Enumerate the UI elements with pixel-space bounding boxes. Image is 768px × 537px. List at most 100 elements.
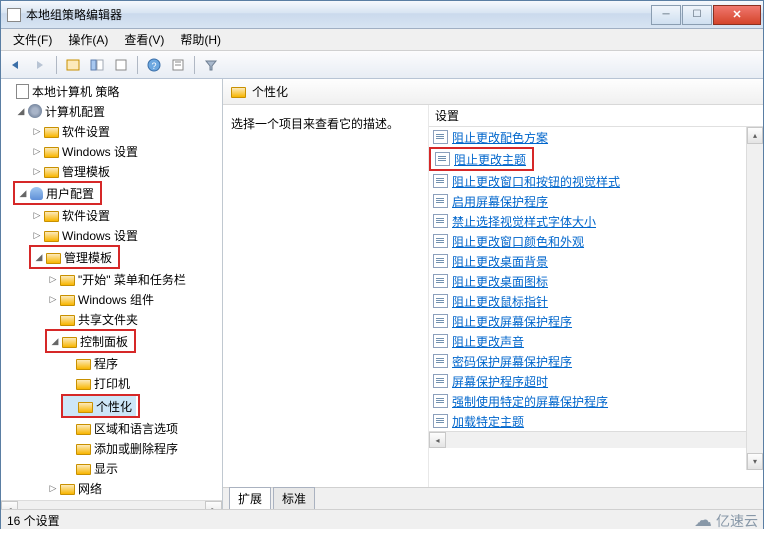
setting-item[interactable]: 阻止更改窗口颜色和外观 bbox=[429, 231, 763, 251]
titlebar[interactable]: 本地组策略编辑器 ─ ☐ ✕ bbox=[1, 1, 763, 29]
details-header: 个性化 bbox=[223, 79, 763, 105]
setting-item[interactable]: 加载特定主题 bbox=[429, 411, 763, 431]
setting-label: 屏幕保护程序超时 bbox=[452, 373, 548, 390]
tree-start-menu[interactable]: ▷"开始" 菜单和任务栏 bbox=[1, 269, 222, 289]
menu-file[interactable]: 文件(F) bbox=[5, 29, 60, 50]
folder-icon bbox=[44, 147, 59, 158]
properties-button[interactable] bbox=[167, 54, 189, 76]
setting-item[interactable]: 屏幕保护程序超时 bbox=[429, 371, 763, 391]
setting-item[interactable]: 强制使用特定的屏幕保护程序 bbox=[429, 391, 763, 411]
setting-label: 阻止更改桌面背景 bbox=[452, 253, 548, 270]
setting-label: 加载特定主题 bbox=[452, 413, 524, 430]
tree-user-software[interactable]: ▷软件设置 bbox=[1, 205, 222, 225]
forward-button[interactable] bbox=[29, 54, 51, 76]
minimize-button[interactable]: ─ bbox=[651, 5, 681, 25]
tab-standard[interactable]: 标准 bbox=[273, 487, 315, 509]
tree-panel[interactable]: 本地计算机 策略 ◢计算机配置 ▷软件设置 ▷Windows 设置 ▷管理模板 … bbox=[1, 79, 223, 509]
tree-user-admin[interactable]: ◢管理模板 bbox=[31, 247, 116, 267]
show-tree-button[interactable] bbox=[62, 54, 84, 76]
setting-item[interactable]: 阻止更改声音 bbox=[429, 331, 763, 351]
tree-printers[interactable]: 打印机 bbox=[1, 373, 222, 393]
list-hscrollbar[interactable]: ◂▸ bbox=[429, 431, 763, 448]
help-button[interactable]: ? bbox=[143, 54, 165, 76]
menu-help[interactable]: 帮助(H) bbox=[172, 29, 229, 50]
policy-item-icon bbox=[433, 274, 448, 288]
tree-personalization[interactable]: 个性化 bbox=[63, 396, 136, 416]
setting-item[interactable]: 禁止选择视觉样式字体大小 bbox=[429, 211, 763, 231]
folder-icon bbox=[78, 402, 93, 413]
back-button[interactable] bbox=[5, 54, 27, 76]
tree-region[interactable]: 区域和语言选项 bbox=[1, 418, 222, 438]
setting-item[interactable]: 阻止更改桌面背景 bbox=[429, 251, 763, 271]
tree-shared-folders[interactable]: 共享文件夹 bbox=[1, 309, 222, 329]
setting-item[interactable]: 阻止更改主题 bbox=[431, 149, 530, 169]
folder-icon bbox=[60, 315, 75, 326]
folder-icon bbox=[44, 231, 59, 242]
policy-item-icon bbox=[433, 334, 448, 348]
menu-action[interactable]: 操作(A) bbox=[60, 29, 116, 50]
list-vscrollbar[interactable]: ▴▾ bbox=[746, 127, 763, 470]
folder-icon bbox=[62, 337, 77, 348]
show-list-button[interactable] bbox=[86, 54, 108, 76]
folder-icon bbox=[231, 87, 246, 98]
setting-label: 阻止更改鼠标指针 bbox=[452, 293, 548, 310]
setting-label: 阻止更改屏幕保护程序 bbox=[452, 313, 572, 330]
setting-label: 阻止更改主题 bbox=[454, 151, 526, 168]
policy-item-icon bbox=[433, 314, 448, 328]
tree-control-panel[interactable]: ◢控制面板 bbox=[47, 331, 132, 351]
folder-icon bbox=[46, 253, 61, 264]
tab-extended[interactable]: 扩展 bbox=[229, 487, 271, 509]
window-title: 本地组策略编辑器 bbox=[26, 6, 650, 23]
folder-icon bbox=[60, 295, 75, 306]
statusbar: 16 个设置 bbox=[1, 509, 763, 529]
status-text: 16 个设置 bbox=[7, 514, 60, 528]
setting-label: 阻止更改声音 bbox=[452, 333, 524, 350]
menu-view[interactable]: 查看(V) bbox=[116, 29, 172, 50]
export-button[interactable] bbox=[110, 54, 132, 76]
folder-icon bbox=[76, 444, 91, 455]
tree-user-windows[interactable]: ▷Windows 设置 bbox=[1, 225, 222, 245]
tree-comp-windows[interactable]: ▷Windows 设置 bbox=[1, 141, 222, 161]
details-panel: 个性化 选择一个项目来查看它的描述。 设置 阻止更改配色方案阻止更改主题阻止更改… bbox=[223, 79, 763, 509]
folder-icon bbox=[76, 424, 91, 435]
tree-comp-software[interactable]: ▷软件设置 bbox=[1, 121, 222, 141]
setting-label: 阻止更改配色方案 bbox=[452, 129, 548, 146]
tree-programs[interactable]: 程序 bbox=[1, 353, 222, 373]
description-prompt: 选择一个项目来查看它的描述。 bbox=[231, 115, 420, 132]
tree-add-remove[interactable]: 添加或删除程序 bbox=[1, 438, 222, 458]
setting-label: 密码保护屏幕保护程序 bbox=[452, 353, 572, 370]
tree-user-config[interactable]: ◢用户配置 bbox=[15, 183, 98, 203]
policy-item-icon bbox=[433, 354, 448, 368]
tree-hscrollbar[interactable]: ◂▸ bbox=[1, 500, 222, 509]
setting-label: 禁止选择视觉样式字体大小 bbox=[452, 213, 596, 230]
policy-item-icon bbox=[433, 214, 448, 228]
policy-item-icon bbox=[433, 234, 448, 248]
setting-item[interactable]: 阻止更改窗口和按钮的视觉样式 bbox=[429, 171, 763, 191]
tree-comp-admin[interactable]: ▷管理模板 bbox=[1, 161, 222, 181]
filter-button[interactable] bbox=[200, 54, 222, 76]
maximize-button[interactable]: ☐ bbox=[682, 5, 712, 25]
setting-item[interactable]: 启用屏幕保护程序 bbox=[429, 191, 763, 211]
setting-item[interactable]: 阻止更改配色方案 bbox=[429, 127, 763, 147]
close-button[interactable]: ✕ bbox=[713, 5, 761, 25]
setting-item[interactable]: 密码保护屏幕保护程序 bbox=[429, 351, 763, 371]
policy-icon bbox=[16, 84, 29, 99]
tree-display[interactable]: 显示 bbox=[1, 458, 222, 478]
folder-icon bbox=[60, 275, 75, 286]
setting-item[interactable]: 阻止更改鼠标指针 bbox=[429, 291, 763, 311]
folder-icon bbox=[76, 359, 91, 370]
tree-root[interactable]: 本地计算机 策略 bbox=[1, 81, 222, 101]
setting-item[interactable]: 阻止更改屏幕保护程序 bbox=[429, 311, 763, 331]
tree-network[interactable]: ▷网络 bbox=[1, 478, 222, 498]
app-icon bbox=[7, 8, 21, 22]
menubar: 文件(F) 操作(A) 查看(V) 帮助(H) bbox=[1, 29, 763, 51]
tree-computer-config[interactable]: ◢计算机配置 bbox=[1, 101, 222, 121]
tree-win-components[interactable]: ▷Windows 组件 bbox=[1, 289, 222, 309]
person-icon bbox=[30, 187, 43, 200]
folder-icon bbox=[44, 127, 59, 138]
cloud-icon: ☁ bbox=[694, 510, 712, 531]
setting-label: 阻止更改窗口颜色和外观 bbox=[452, 233, 584, 250]
settings-list[interactable]: 设置 阻止更改配色方案阻止更改主题阻止更改窗口和按钮的视觉样式启用屏幕保护程序禁… bbox=[429, 105, 763, 487]
settings-header[interactable]: 设置 bbox=[429, 105, 763, 127]
setting-item[interactable]: 阻止更改桌面图标 bbox=[429, 271, 763, 291]
